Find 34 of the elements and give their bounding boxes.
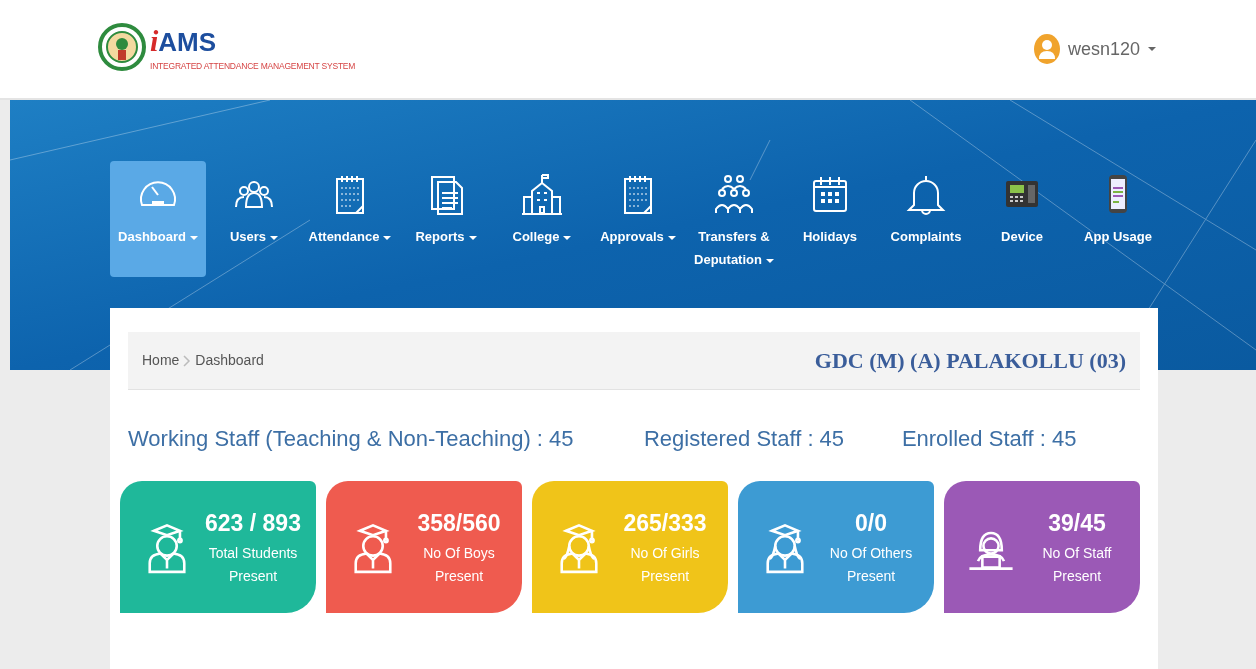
nav-tab[interactable]: Users [206, 161, 302, 277]
staff-count: Registered Staff : 45 [643, 425, 846, 453]
logo-subtitle: INTEGRATED ATTENDANCE MANAGEMENT SYSTEM [150, 59, 356, 73]
nav-tab[interactable]: App Usage [1070, 161, 1166, 277]
staff-count: Enrolled Staff : 45 [901, 425, 1078, 453]
stat-label: No Of Boys Present [422, 544, 496, 587]
stat-value: 39/45 [1048, 508, 1106, 538]
stat-value: 623 / 893 [205, 508, 301, 538]
stat-label: No Of Others Present [828, 544, 914, 587]
logo-text: iAMS [150, 25, 218, 56]
stat-value: 0/0 [855, 508, 887, 538]
stat-label: No Of Girls Present [629, 544, 701, 587]
breadcrumb-link[interactable]: Home [142, 350, 180, 371]
bell-icon [904, 173, 948, 217]
nav-tab[interactable]: Approvals [590, 161, 686, 277]
stat-value: 358/560 [417, 508, 501, 538]
breadcrumb-current: Dashboard [195, 351, 264, 370]
avatar-icon [1033, 34, 1060, 64]
nav-tab[interactable]: Reports [398, 161, 494, 277]
nav-tab[interactable]: Device [974, 161, 1070, 277]
stat-label: Total Students Present [207, 544, 299, 587]
nav-tab[interactable]: Transfers & Deputation [686, 161, 782, 277]
nav-tab[interactable]: Attendance [302, 161, 398, 277]
building-icon [520, 173, 564, 217]
caret-icon [1148, 47, 1156, 51]
nav-tab[interactable]: Complaints [878, 161, 974, 277]
user-menu[interactable]: wesn120 [1033, 34, 1156, 64]
stat-value: 265/333 [623, 508, 707, 538]
nav-tab[interactable]: College [494, 161, 590, 277]
college-name: GDC (M) (A) PALAKOLLU (03) [814, 347, 1126, 375]
nav-tab[interactable]: Holidays [782, 161, 878, 277]
staff-count: Working Staff (Teaching & Non-Teaching) : 45 [128, 425, 575, 453]
stat-label: No Of Staff Present [1041, 544, 1113, 587]
chevron-icon [183, 354, 192, 367]
